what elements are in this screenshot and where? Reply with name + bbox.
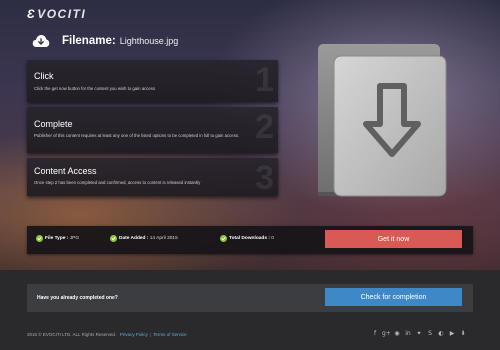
terms-of-service-link[interactable]: Terms of Service bbox=[153, 332, 187, 337]
step-number: 3 bbox=[255, 159, 274, 196]
step-description: Click the get now button for the content… bbox=[34, 86, 156, 91]
total-downloads-label: Total Downloads : bbox=[229, 236, 270, 241]
file-type-label: File Type : bbox=[45, 236, 69, 241]
check-circle-icon bbox=[220, 235, 227, 242]
cloud-download-icon bbox=[32, 35, 50, 47]
pinterest-icon[interactable]: ◉ bbox=[393, 330, 401, 338]
step-3-card: 3 Content Access Once step 2 has been co… bbox=[27, 158, 278, 196]
step-description: Publisher of this content requires at le… bbox=[34, 133, 240, 138]
file-type-value: JPG bbox=[69, 236, 80, 241]
step-number: 2 bbox=[255, 108, 274, 146]
step-title: Content Access bbox=[34, 166, 97, 176]
step-1-card: 1 Click Click the get now button for the… bbox=[27, 60, 278, 102]
step-description: Once step 2 has been completed and confi… bbox=[34, 180, 201, 185]
step-title: Click bbox=[34, 71, 54, 81]
lower-section: Have you already completed one? Check fo… bbox=[0, 270, 500, 350]
download-icon[interactable]: ⬇ bbox=[459, 330, 467, 338]
google-plus-icon[interactable]: g+ bbox=[382, 330, 391, 338]
facebook-icon[interactable]: f bbox=[371, 330, 379, 338]
step-number: 1 bbox=[255, 61, 274, 99]
completion-bar: Have you already completed one? Check fo… bbox=[27, 284, 473, 312]
date-added-value: 14 April 2015 bbox=[149, 236, 178, 241]
step-title: Complete bbox=[34, 119, 73, 129]
filename-label: Filename: bbox=[62, 35, 116, 47]
download-folder-icon bbox=[318, 44, 447, 197]
check-circle-icon bbox=[36, 235, 43, 242]
logo-text: VOCITI bbox=[37, 7, 87, 21]
linkedin-icon[interactable]: in bbox=[404, 330, 412, 338]
file-type-info: File Type : JPG bbox=[36, 235, 79, 242]
youtube-icon[interactable]: ▶ bbox=[448, 330, 456, 338]
date-added-label: Date Added : bbox=[119, 236, 149, 241]
social-links: f g+ ◉ in ✦ S ◐ ▶ ⬇ bbox=[371, 330, 467, 338]
skype-icon[interactable]: S bbox=[426, 330, 434, 338]
filename-value: Lighthouse.jpg bbox=[119, 36, 179, 46]
check-circle-icon bbox=[110, 235, 117, 242]
copyright-text: 2015 © EVOCITI LTD. ALL Rights Reserved. bbox=[27, 332, 117, 337]
footer-separator: | bbox=[149, 332, 152, 337]
twitter-icon[interactable]: ✦ bbox=[415, 330, 423, 338]
brand-logo[interactable]: ƐVOCITI bbox=[27, 7, 86, 21]
file-info-bar: File Type : JPG Date Added : 14 April 20… bbox=[27, 226, 473, 254]
github-icon[interactable]: ◐ bbox=[437, 330, 445, 338]
step-2-card: 2 Complete Publisher of this content req… bbox=[27, 107, 278, 153]
logo-e-mark: Ɛ bbox=[27, 7, 37, 21]
total-downloads-info: Total Downloads : 0 bbox=[220, 235, 274, 242]
get-it-now-button[interactable]: Get it now bbox=[325, 230, 462, 248]
date-added-info: Date Added : 14 April 2015 bbox=[110, 235, 178, 242]
filename-row: Filename: Lighthouse.jpg bbox=[32, 33, 178, 49]
total-downloads-value: 0 bbox=[271, 236, 274, 241]
footer: 2015 © EVOCITI LTD. ALL Rights Reserved.… bbox=[27, 332, 187, 337]
privacy-policy-link[interactable]: Privacy Policy bbox=[120, 332, 148, 337]
completion-question: Have you already completed one? bbox=[37, 295, 118, 301]
check-for-completion-button[interactable]: Check for completion bbox=[325, 288, 462, 306]
